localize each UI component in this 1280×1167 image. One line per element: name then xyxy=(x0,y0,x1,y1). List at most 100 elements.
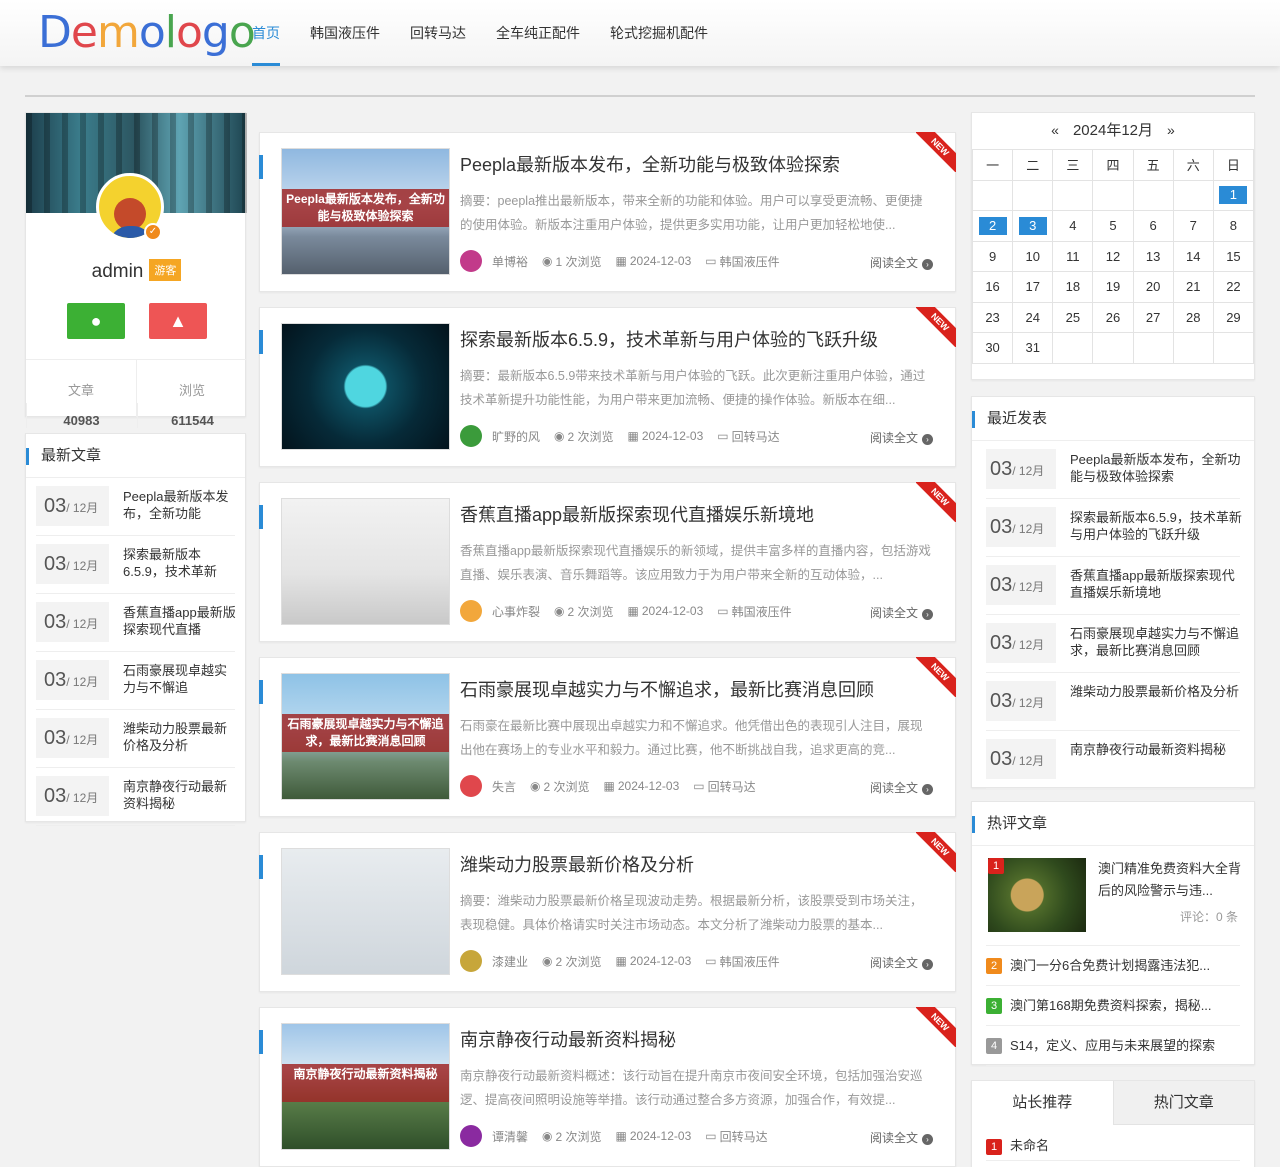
nav-motor[interactable]: 回转马达 xyxy=(410,0,466,66)
author-name[interactable]: 单博裕 xyxy=(492,253,528,270)
recent-item[interactable]: 03/ 12月 Peepla最新版本发布，全新功能与极致体验探索 xyxy=(986,441,1240,499)
latest-item-title[interactable]: 潍柴动力股票最新价格及分析 xyxy=(123,720,237,754)
recent-item-title[interactable]: Peepla最新版本发布，全新功能与极致体验探索 xyxy=(1070,451,1242,485)
article-thumbnail[interactable]: 南京静夜行动最新资料揭秘 xyxy=(281,1023,450,1150)
article-title[interactable]: 潍柴动力股票最新价格及分析 xyxy=(460,851,940,877)
latest-item[interactable]: 03/ 12月 探索最新版本6.5.9，技术革新 xyxy=(36,536,235,594)
hot-item[interactable]: 1 澳门精准免费资料大全背后的风险警示与违... 评论：0 条 xyxy=(986,846,1242,946)
nav-hydraulic[interactable]: 韩国液压件 xyxy=(310,0,380,66)
author-name[interactable]: 漆建业 xyxy=(492,953,528,970)
recent-item[interactable]: 03/ 12月 探索最新版本6.5.9，技术革新与用户体验的飞跃升级 xyxy=(986,499,1242,557)
recent-item[interactable]: 03/ 12月 潍柴动力股票最新价格及分析 xyxy=(986,673,1240,731)
hot-item[interactable]: 4 S14，定义、应用与未来展望的探索 xyxy=(986,1026,1240,1066)
latest-item-title[interactable]: 探索最新版本6.5.9，技术革新 xyxy=(123,546,237,580)
avatar[interactable] xyxy=(460,250,482,272)
new-ribbon: NEW xyxy=(916,657,956,697)
article-thumbnail[interactable] xyxy=(281,498,450,625)
list-item-title[interactable]: 未命名 xyxy=(1010,1138,1049,1153)
hot-title[interactable]: S14，定义、应用与未来展望的探索 xyxy=(1010,1038,1215,1053)
weekday-label: 二 xyxy=(1012,149,1054,181)
hot-title[interactable]: 澳门第168期免费资料探索，揭秘... xyxy=(1010,998,1212,1013)
eye-icon: ◉ xyxy=(554,429,565,443)
avatar[interactable] xyxy=(460,1125,482,1147)
calendar-next-button[interactable]: » xyxy=(1167,122,1175,138)
article-thumbnail[interactable]: Peepla最新版本发布，全新功能与极致体验探索 xyxy=(281,148,450,275)
site-logo[interactable]: Demologo xyxy=(38,8,256,58)
category-link[interactable]: 回转马达 xyxy=(732,428,780,445)
eye-icon: ◉ xyxy=(530,779,541,793)
read-more-link[interactable]: 阅读全文 › xyxy=(870,254,933,271)
category-link[interactable]: 回转马达 xyxy=(720,1128,768,1145)
latest-item[interactable]: 03/ 12月 潍柴动力股票最新价格及分析 xyxy=(36,710,235,768)
latest-item[interactable]: 03/ 12月 香蕉直播app最新版探索现代直播 xyxy=(36,594,237,652)
widget-title: 最近发表 xyxy=(972,397,1254,441)
tab-hot-articles[interactable]: 热门文章 xyxy=(1112,1081,1254,1125)
author-name[interactable]: 失言 xyxy=(492,778,516,795)
article-title[interactable]: 香蕉直播app最新版探索现代直播娱乐新境地 xyxy=(460,501,940,527)
avatar[interactable] xyxy=(460,775,482,797)
category-link[interactable]: 韩国液压件 xyxy=(720,253,780,270)
nav-home[interactable]: 首页 xyxy=(252,0,280,66)
calendar-day: 7 xyxy=(1172,210,1214,242)
latest-item-title[interactable]: 香蕉直播app最新版探索现代直播 xyxy=(123,604,237,638)
recent-item-title[interactable]: 潍柴动力股票最新价格及分析 xyxy=(1070,683,1242,717)
category-link[interactable]: 韩国液压件 xyxy=(720,953,780,970)
recent-item-title[interactable]: 石雨豪展现卓越实力与不懈追求，最新比赛消息回顾 xyxy=(1070,625,1242,659)
folder-icon: ▭ xyxy=(693,779,705,793)
calendar-day[interactable]: 3 xyxy=(1012,210,1054,242)
latest-item[interactable]: 03/ 12月 南京静夜行动最新资料揭秘 xyxy=(36,768,235,826)
avatar[interactable] xyxy=(460,950,482,972)
article-thumbnail[interactable] xyxy=(281,323,450,450)
author-name[interactable]: 谭清馨 xyxy=(492,1128,528,1145)
recent-item[interactable]: 03/ 12月 南京静夜行动最新资料揭秘 xyxy=(986,731,1240,789)
read-more-link[interactable]: 阅读全文 › xyxy=(870,779,933,796)
article-title[interactable]: Peepla最新版本发布，全新功能与极致体验探索 xyxy=(460,151,940,177)
avatar[interactable] xyxy=(460,425,482,447)
read-more-link[interactable]: 阅读全文 › xyxy=(870,954,933,971)
read-more-link[interactable]: 阅读全文 › xyxy=(870,429,933,446)
category-link[interactable]: 回转马达 xyxy=(708,778,756,795)
role-badge: 游客 xyxy=(149,259,182,281)
qq-button[interactable]: ▲ xyxy=(149,303,207,339)
latest-item[interactable]: 03/ 12月 石雨豪展现卓越实力与不懈追 xyxy=(36,652,235,710)
list-item[interactable]: 1 未命名 xyxy=(986,1135,1240,1161)
author-name[interactable]: 旷野的风 xyxy=(492,428,540,445)
recent-item-title[interactable]: 香蕉直播app最新版探索现代直播娱乐新境地 xyxy=(1070,567,1242,601)
nav-parts[interactable]: 全车纯正配件 xyxy=(496,0,580,66)
wechat-button[interactable]: ● xyxy=(67,303,125,339)
recent-item-title[interactable]: 探索最新版本6.5.9，技术革新与用户体验的飞跃升级 xyxy=(1070,509,1242,543)
latest-item[interactable]: 03/ 12月 Peepla最新版本发布，全新功能 xyxy=(36,478,235,536)
hot-item[interactable]: 3 澳门第168期免费资料探索，揭秘... xyxy=(986,986,1240,1026)
nav-excavator[interactable]: 轮式挖掘机配件 xyxy=(610,0,708,66)
calendar-prev-button[interactable]: « xyxy=(1051,122,1059,138)
recent-item[interactable]: 03/ 12月 石雨豪展现卓越实力与不懈追求，最新比赛消息回顾 xyxy=(986,615,1240,673)
calendar-day[interactable]: 2 xyxy=(971,210,1014,242)
new-ribbon: NEW xyxy=(916,1007,956,1047)
recent-item-title[interactable]: 南京静夜行动最新资料揭秘 xyxy=(1070,741,1242,775)
hot-title[interactable]: 澳门精准免费资料大全背后的风险警示与违... xyxy=(1098,858,1242,902)
article-thumbnail[interactable]: 石雨豪展现卓越实力与不懈追求，最新比赛消息回顾 xyxy=(281,673,450,800)
category-link[interactable]: 韩国液压件 xyxy=(732,603,792,620)
read-more-link[interactable]: 阅读全文 › xyxy=(870,604,933,621)
calendar-icon: ▦ xyxy=(627,604,639,618)
calendar-day: 31 xyxy=(1012,332,1054,364)
avatar[interactable] xyxy=(460,600,482,622)
comment-count: 评论：0 条 xyxy=(1179,910,1238,924)
tab-webmaster-recommend[interactable]: 站长推荐 xyxy=(972,1081,1113,1125)
latest-item-title[interactable]: Peepla最新版本发布，全新功能 xyxy=(123,488,237,522)
latest-item-title[interactable]: 南京静夜行动最新资料揭秘 xyxy=(123,778,237,812)
hot-title[interactable]: 澳门一分6合免费计划揭露违法犯... xyxy=(1010,958,1210,973)
article-title[interactable]: 石雨豪展现卓越实力与不懈追求，最新比赛消息回顾 xyxy=(460,676,940,702)
calendar-day[interactable]: 1 xyxy=(1212,179,1255,211)
read-more-link[interactable]: 阅读全文 › xyxy=(870,1129,933,1146)
article-title[interactable]: 探索最新版本6.5.9，技术革新与用户体验的飞跃升级 xyxy=(460,326,940,352)
date-badge: 03/ 12月 xyxy=(986,623,1056,663)
recent-posts-widget: 最近发表 03/ 12月 Peepla最新版本发布，全新功能与极致体验探索 03/ … xyxy=(971,396,1255,789)
author-name[interactable]: 心事炸裂 xyxy=(492,603,540,620)
latest-item-title[interactable]: 石雨豪展现卓越实力与不懈追 xyxy=(123,662,237,696)
article-title[interactable]: 南京静夜行动最新资料揭秘 xyxy=(460,1026,940,1052)
chevron-right-icon: › xyxy=(922,959,933,970)
recent-item[interactable]: 03/ 12月 香蕉直播app最新版探索现代直播娱乐新境地 xyxy=(986,557,1240,615)
article-thumbnail[interactable] xyxy=(281,848,450,975)
hot-item[interactable]: 2 澳门一分6合免费计划揭露违法犯... xyxy=(986,946,1240,986)
